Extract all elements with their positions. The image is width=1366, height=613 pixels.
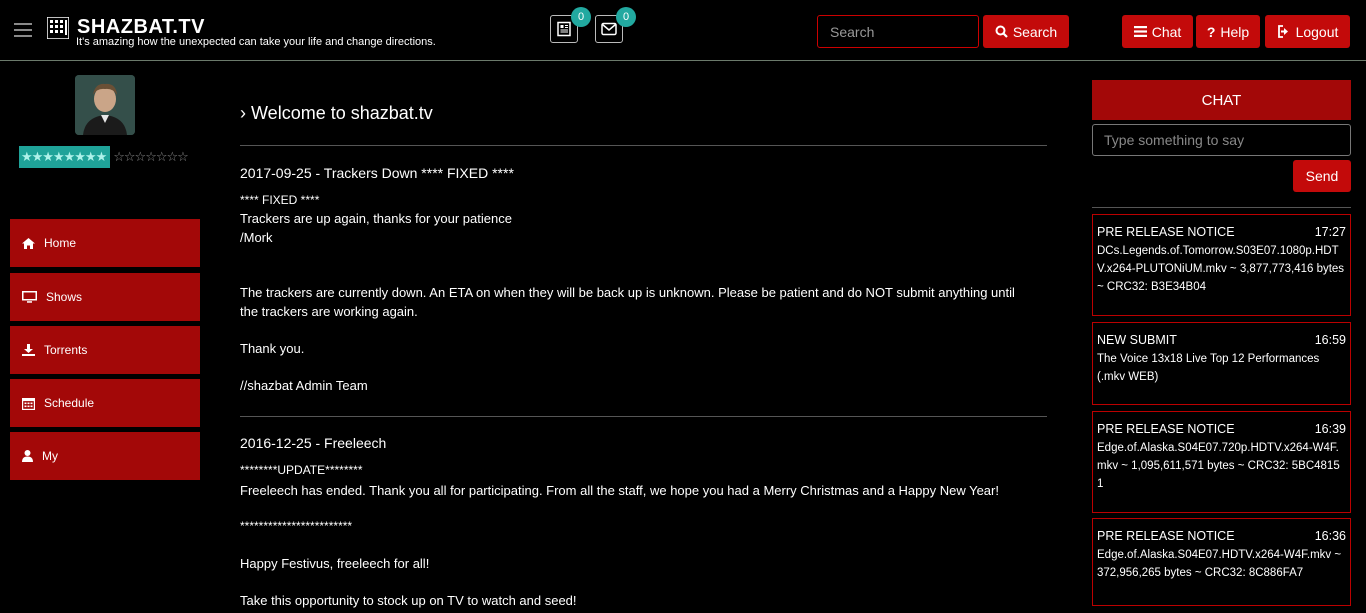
sidebar-item-home[interactable]: Home xyxy=(10,219,200,267)
search-input[interactable] xyxy=(817,15,979,48)
notice-time: 16:39 xyxy=(1314,422,1346,436)
notice-type: PRE RELEASE NOTICE xyxy=(1097,225,1235,239)
notice-type: PRE RELEASE NOTICE xyxy=(1097,422,1235,436)
logout-button-label: Logout xyxy=(1295,23,1339,40)
news-line: Freeleech has ended. Thank you all for p… xyxy=(240,483,999,498)
help-button[interactable]: ? Help xyxy=(1196,15,1260,48)
user-avatar[interactable] xyxy=(75,75,135,135)
sidebar-item-label: Shows xyxy=(46,290,83,304)
chat-notice: NEW SUBMIT 16:59 The Voice 13x18 Live To… xyxy=(1092,322,1351,405)
news-line: The trackers are currently down. An ETA … xyxy=(240,285,1015,300)
notice-body: DCs.Legends.of.Tomorrow.S03E07.1080p.HDT… xyxy=(1097,245,1345,293)
chat-notice: PRE RELEASE NOTICE 17:27 DCs.Legends.of.… xyxy=(1092,214,1351,316)
sign-out-icon xyxy=(1277,25,1288,38)
news-line: Thank you. xyxy=(240,341,305,356)
rating-filled-stars: ★★★★★★★★ xyxy=(19,146,111,168)
user-icon xyxy=(22,450,33,462)
news-count-badge: 0 xyxy=(571,7,591,27)
logo-icon xyxy=(47,17,69,39)
sidebar-item-torrents[interactable]: Torrents xyxy=(10,326,200,374)
help-button-label: Help xyxy=(1220,23,1250,40)
news-line: Take this opportunity to stock up on TV … xyxy=(240,593,577,608)
sidebar-item-label: Home xyxy=(44,236,77,250)
news-title: 2016-12-25 - Freeleech xyxy=(240,435,387,451)
chat-button[interactable]: Chat xyxy=(1122,15,1193,48)
rating-empty-stars: ☆☆☆☆☆☆☆ xyxy=(113,149,189,164)
notice-body: Edge.of.Alaska.S04E07.720p.HDTV.x264-W4F… xyxy=(1097,442,1340,490)
divider xyxy=(240,145,1047,146)
notice-type: PRE RELEASE NOTICE xyxy=(1097,529,1235,543)
news-line: /Mork xyxy=(240,230,273,245)
user-rating: ★★★★★★★★ ☆☆☆☆☆☆☆ xyxy=(19,146,189,168)
chat-button-label: Chat xyxy=(1151,23,1182,40)
newspaper-icon xyxy=(557,21,571,37)
sidebar-item-schedule[interactable]: Schedule xyxy=(10,379,200,427)
monitor-icon xyxy=(22,291,37,303)
divider xyxy=(1092,207,1351,208)
menu-icon[interactable] xyxy=(14,23,32,37)
divider xyxy=(240,416,1047,417)
news-button[interactable]: 0 xyxy=(550,7,591,43)
chevron-right-icon: › xyxy=(240,103,246,123)
sidebar-item-my[interactable]: My xyxy=(10,432,200,480)
list-icon xyxy=(1133,26,1147,37)
messages-button[interactable]: 0 xyxy=(595,7,636,43)
search-button-label: Search xyxy=(1012,23,1058,40)
chat-panel-header: CHAT xyxy=(1092,80,1351,120)
top-header: SHAZBAT.TV It's amazing how the unexpect… xyxy=(0,0,1366,61)
chat-message-input[interactable] xyxy=(1092,124,1351,156)
notice-time: 16:36 xyxy=(1314,529,1346,543)
news-line: the trackers are working again. xyxy=(240,304,418,319)
sidebar-item-label: Torrents xyxy=(44,343,88,357)
notice-time: 16:59 xyxy=(1314,333,1346,347)
envelope-icon xyxy=(601,22,617,36)
chat-notice: PRE RELEASE NOTICE 16:39 Edge.of.Alaska.… xyxy=(1092,411,1351,513)
news-line: //shazbat Admin Team xyxy=(240,378,368,393)
news-line: Happy Festivus, freeleech for all! xyxy=(240,556,430,571)
sidebar-item-label: Schedule xyxy=(44,396,95,410)
notice-type: NEW SUBMIT xyxy=(1097,333,1177,347)
question-icon: ? xyxy=(1206,23,1216,40)
news-line: Trackers are up again, thanks for your p… xyxy=(240,211,512,226)
avatar-image xyxy=(75,75,135,135)
download-icon xyxy=(22,344,35,356)
search-button[interactable]: Search xyxy=(983,15,1069,48)
messages-count-badge: 0 xyxy=(616,7,636,27)
notice-body: The Voice 13x18 Live Top 12 Performances… xyxy=(1097,353,1320,383)
sidebar-item-label: My xyxy=(42,449,58,463)
news-line: ********UPDATE******** xyxy=(240,463,363,477)
send-button[interactable]: Send xyxy=(1293,160,1351,192)
search-icon xyxy=(995,25,1008,38)
notice-body: Edge.of.Alaska.S04E07.HDTV.x264-W4F.mkv … xyxy=(1097,549,1342,579)
home-icon xyxy=(22,237,35,249)
site-tagline: It's amazing how the unexpected can take… xyxy=(76,36,436,48)
page-title: › Welcome to shazbat.tv xyxy=(240,103,433,123)
notice-time: 17:27 xyxy=(1314,225,1346,239)
chat-notice: PRE RELEASE NOTICE 16:36 Edge.of.Alaska.… xyxy=(1092,518,1351,606)
calendar-icon xyxy=(22,397,35,410)
news-title: 2017-09-25 - Trackers Down **** FIXED **… xyxy=(240,165,514,181)
news-line: ************************ xyxy=(240,519,353,533)
logout-button[interactable]: Logout xyxy=(1265,15,1350,48)
news-line: **** FIXED **** xyxy=(240,193,320,207)
sidebar-item-shows[interactable]: Shows xyxy=(10,273,200,321)
